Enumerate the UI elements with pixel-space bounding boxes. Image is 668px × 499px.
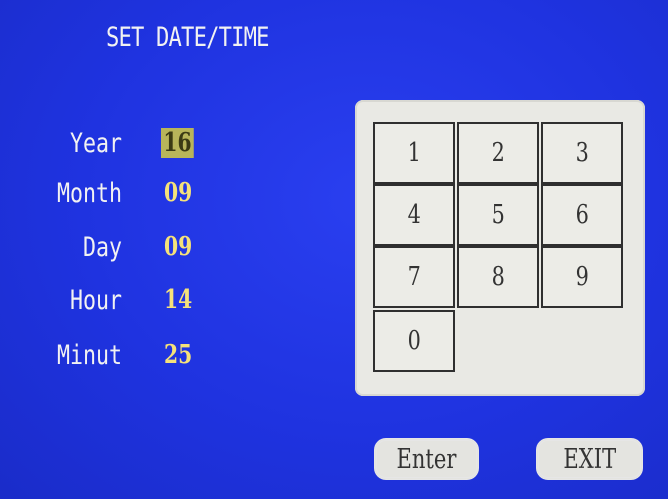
key-1[interactable]: 1 [373,122,455,184]
minute-value[interactable]: 25 [164,340,192,370]
year-value[interactable]: 16 [161,128,194,158]
lcd-screen: SET DATE/TIME Year Month Day Hour Minut … [0,0,668,499]
key-5[interactable]: 5 [457,184,539,246]
key-7[interactable]: 7 [373,246,455,308]
day-value[interactable]: 09 [164,232,192,262]
key-9[interactable]: 9 [541,246,623,308]
key-3[interactable]: 3 [541,122,623,184]
key-2[interactable]: 2 [457,122,539,184]
year-label: Year [69,128,122,159]
enter-button[interactable]: Enter [374,438,479,480]
hour-label: Hour [69,285,122,316]
key-8[interactable]: 8 [457,246,539,308]
key-6[interactable]: 6 [541,184,623,246]
month-value[interactable]: 09 [164,178,192,208]
minute-label: Minut [56,340,122,371]
key-4[interactable]: 4 [373,184,455,246]
month-label: Month [56,178,122,209]
hour-value[interactable]: 14 [164,285,192,315]
page-title: SET DATE/TIME [106,22,269,53]
exit-button[interactable]: EXIT [536,438,643,480]
key-0[interactable]: 0 [373,310,455,372]
numeric-keypad: 1 2 3 4 5 6 7 8 9 0 [355,100,645,396]
day-label: Day [82,232,122,263]
